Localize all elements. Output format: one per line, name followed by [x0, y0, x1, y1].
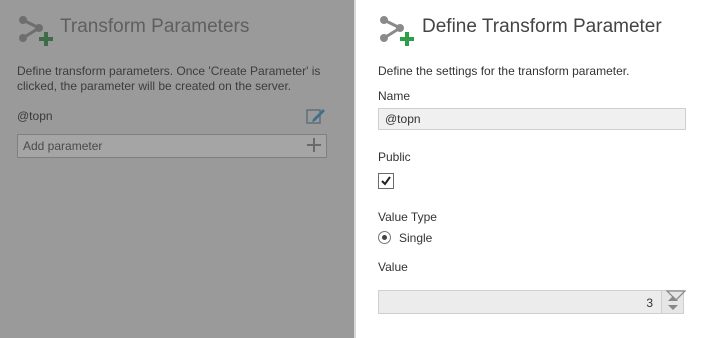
value-label: Value [378, 260, 408, 274]
panel-description: Define transform parameters. Once 'Creat… [17, 64, 321, 93]
name-input[interactable] [378, 108, 686, 130]
parameter-name: @topn [17, 109, 53, 123]
define-transform-parameter-panel: Define Transform Parameter Define the se… [356, 0, 720, 338]
parameter-row[interactable]: @topn [17, 106, 327, 126]
plus-icon [307, 138, 321, 152]
name-label: Name [378, 89, 411, 103]
checkmark-icon [381, 176, 391, 186]
panel-title: Define Transform Parameter [422, 16, 662, 37]
add-parameter-button[interactable]: Add parameter [17, 134, 327, 158]
value-input[interactable]: 3 [378, 290, 662, 314]
value-type-label: Value Type [378, 210, 437, 224]
single-radio-label: Single [399, 231, 433, 245]
transform-parameter-icon [380, 16, 414, 46]
public-checkbox[interactable] [378, 173, 394, 189]
transform-parameter-icon [19, 16, 53, 46]
add-parameter-label: Add parameter [23, 139, 103, 153]
public-label: Public [378, 150, 411, 164]
panel-title: Transform Parameters [60, 16, 250, 37]
value-number: 3 [646, 296, 653, 310]
single-radio[interactable] [378, 231, 391, 244]
transform-parameters-panel: Transform Parameters Define transform pa… [0, 0, 354, 338]
chevron-down-icon[interactable] [666, 289, 686, 303]
edit-parameter-icon[interactable] [305, 106, 327, 126]
panel-description: Define the settings for the transform pa… [378, 64, 630, 78]
radio-selected-dot [382, 235, 387, 240]
